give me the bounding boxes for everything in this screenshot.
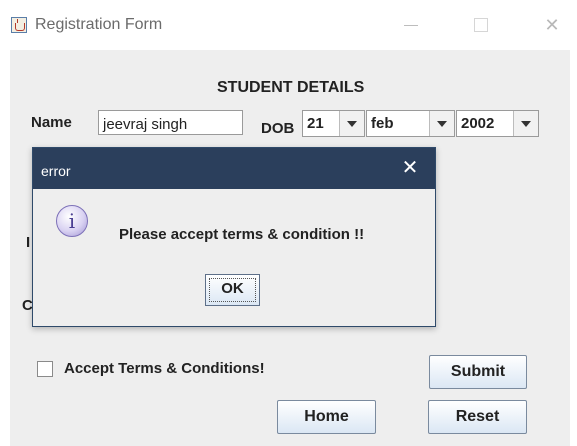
dob-month-select[interactable]: feb [366,110,455,137]
close-icon: ✕ [401,157,419,179]
info-icon: i [56,205,88,237]
name-label: Name [31,114,72,131]
terms-label: Accept Terms & Conditions! [64,360,265,377]
obscured-label-1: I [26,234,31,251]
submit-button[interactable]: Submit [429,355,527,389]
chevron-down-icon[interactable] [429,111,454,136]
error-dialog: error ✕ i Please accept terms & conditio… [32,147,436,327]
focus-ring [209,278,256,302]
reset-button[interactable]: Reset [428,400,527,434]
dob-day-select[interactable]: 21 [302,110,365,137]
dialog-close-button[interactable]: ✕ [398,156,422,180]
dialog-message: Please accept terms & condition !! [119,226,365,243]
window-close-button[interactable]: ✕ [537,12,567,38]
terms-checkbox[interactable] [37,361,53,377]
window-title: Registration Form [35,16,163,33]
home-button[interactable]: Home [277,400,376,434]
maximize-icon [474,18,488,32]
maximize-button[interactable] [466,12,496,38]
dob-year-select[interactable]: 2002 [456,110,539,137]
chevron-down-icon[interactable] [513,111,538,136]
window-titlebar: Registration Form ✕ [0,0,577,50]
name-input[interactable]: jeevraj singh [98,110,243,135]
chevron-down-icon[interactable] [339,111,364,136]
minimize-icon [404,25,418,26]
java-cup-icon [11,17,27,33]
dob-day-value: 21 [307,115,324,132]
close-icon: ✕ [544,15,560,35]
dob-year-value: 2002 [461,115,495,132]
ok-button[interactable]: OK [205,274,260,306]
dialog-title: error [41,163,71,179]
dob-label: DOB [261,120,295,137]
minimize-button[interactable] [396,12,426,38]
dialog-titlebar: error ✕ [33,148,435,189]
dob-month-value: feb [371,115,394,132]
form-heading: STUDENT DETAILS [217,79,365,96]
